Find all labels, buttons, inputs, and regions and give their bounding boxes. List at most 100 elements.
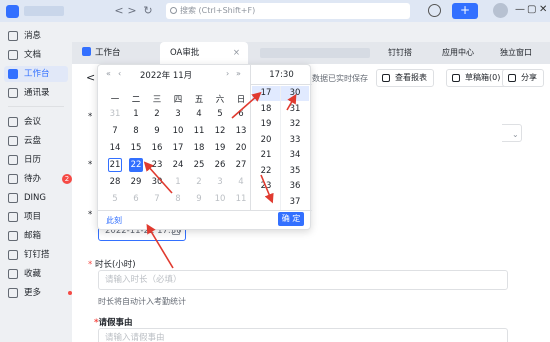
close-tab-icon[interactable]: × [233, 42, 240, 64]
calendar-day[interactable]: 24 [171, 158, 185, 172]
minute-option[interactable]: 33 [281, 133, 309, 148]
sidebar-item-messages[interactable]: 消息 [8, 28, 68, 44]
hour-option[interactable]: 21 [252, 148, 280, 163]
calendar-day[interactable]: 16 [150, 141, 164, 155]
calendar-day[interactable]: 11 [192, 124, 206, 138]
sidebar-item-contacts[interactable]: 通讯录 [8, 85, 68, 101]
calendar-day[interactable]: 10 [171, 124, 185, 138]
minute-option[interactable]: 34 [281, 148, 309, 163]
maximize-icon[interactable]: ▢ [527, 4, 536, 15]
calendar-day[interactable]: 28 [108, 175, 122, 189]
calendar-day[interactable]: 13 [234, 124, 248, 138]
forward-icon[interactable]: > [125, 4, 139, 18]
refresh-icon[interactable]: ↻ [141, 4, 155, 18]
now-link[interactable]: 此刻 [106, 215, 122, 226]
calendar-day[interactable]: 5 [108, 192, 122, 206]
minute-option[interactable]: 30 [281, 86, 309, 101]
calendar-day[interactable]: 6 [234, 107, 248, 121]
calendar-day[interactable]: 10 [213, 192, 227, 206]
calendar-day[interactable]: 17 [171, 141, 185, 155]
calendar-day[interactable]: 3 [171, 107, 185, 121]
calendar-day[interactable]: 29 [129, 175, 143, 189]
sidebar-item-ding[interactable]: DING [8, 190, 68, 206]
calendar-day[interactable]: 8 [171, 192, 185, 206]
calendar-day[interactable]: 26 [213, 158, 227, 172]
minute-option[interactable]: 37 [281, 195, 309, 210]
minute-option[interactable]: 31 [281, 102, 309, 117]
share-button[interactable]: 分享 [502, 69, 544, 87]
dingda-link[interactable]: 钉钉搭 [388, 42, 412, 64]
reason-input[interactable]: 请输入请假事由 [98, 328, 508, 342]
avatar[interactable] [493, 3, 508, 18]
history-icon[interactable] [428, 4, 441, 17]
calendar-day[interactable]: 21 [108, 158, 122, 172]
sidebar-item-more[interactable]: 更多 [8, 285, 72, 301]
hour-option[interactable]: 23 [252, 179, 280, 194]
tab-oa-approval[interactable]: OA审批 × [160, 42, 248, 64]
next-year-icon[interactable]: » [236, 69, 241, 78]
calendar-day[interactable]: 30 [150, 175, 164, 189]
back-icon[interactable]: < [112, 4, 126, 18]
calendar-day[interactable]: 9 [192, 192, 206, 206]
calendar-day[interactable]: 8 [129, 124, 143, 138]
calendar-day[interactable]: 5 [213, 107, 227, 121]
duration-input[interactable]: 请输入时长（必填） [98, 270, 508, 290]
sidebar-item-calendar[interactable]: 日历 [8, 152, 68, 168]
calendar-day[interactable]: 22 [129, 158, 143, 172]
sidebar-item-mail[interactable]: 邮箱 [8, 228, 68, 244]
tab-workbench[interactable]: 工作台 [82, 42, 121, 64]
sidebar-item-project[interactable]: 项目 [8, 209, 68, 225]
calendar-day[interactable]: 23 [150, 158, 164, 172]
calendar-day[interactable]: 7 [108, 124, 122, 138]
close-window-icon[interactable]: ✕ [539, 4, 547, 15]
calendar-day[interactable]: 31 [108, 107, 122, 121]
confirm-button[interactable]: 确 定 [278, 212, 304, 226]
drafts-button[interactable]: 草稿箱(0) [446, 69, 508, 87]
back-arrow-icon[interactable]: < [86, 71, 95, 84]
minute-option[interactable]: 35 [281, 164, 309, 179]
calendar-day[interactable]: 4 [234, 175, 248, 189]
hour-option[interactable]: 19 [252, 117, 280, 132]
calendar-day[interactable]: 1 [171, 175, 185, 189]
calendar-day[interactable]: 11 [234, 192, 248, 206]
sidebar-item-todo[interactable]: 待办 2 [8, 171, 72, 187]
calendar-day[interactable]: 2 [150, 107, 164, 121]
calendar-day[interactable]: 12 [213, 124, 227, 138]
minimize-icon[interactable]: — [515, 4, 525, 15]
sidebar-item-label: 项目 [24, 212, 42, 222]
hour-option[interactable]: 22 [252, 164, 280, 179]
calendar-day[interactable]: 9 [150, 124, 164, 138]
calendar-day[interactable]: 20 [234, 141, 248, 155]
minute-option[interactable]: 36 [281, 179, 309, 194]
search-input[interactable]: 搜索 (Ctrl+Shift+F) [166, 3, 410, 19]
calendar-day[interactable]: 14 [108, 141, 122, 155]
next-month-icon[interactable]: › [226, 69, 229, 78]
calendar-day[interactable]: 6 [129, 192, 143, 206]
sidebar-item-workbench[interactable]: 工作台 [4, 66, 68, 82]
sidebar-item-meeting[interactable]: 会议 [8, 114, 68, 130]
hour-option[interactable]: 20 [252, 133, 280, 148]
sidebar-item-favorites[interactable]: 收藏 [8, 266, 68, 282]
calendar-day[interactable]: 18 [192, 141, 206, 155]
sidebar-item-docs[interactable]: 文档 [8, 47, 68, 63]
app-center-link[interactable]: 应用中心 [442, 42, 474, 64]
sidebar-item-cloud[interactable]: 云盘 [8, 133, 68, 149]
sidebar-item-dingda[interactable]: 钉钉搭 [8, 247, 68, 263]
calendar-day[interactable]: 4 [192, 107, 206, 121]
prev-year-icon[interactable]: « [106, 69, 111, 78]
calendar-day[interactable]: 19 [213, 141, 227, 155]
calendar-day[interactable]: 25 [192, 158, 206, 172]
view-report-button[interactable]: 查看报表 [376, 69, 434, 87]
calendar-day[interactable]: 3 [213, 175, 227, 189]
calendar-day[interactable]: 7 [150, 192, 164, 206]
calendar-day[interactable]: 1 [129, 107, 143, 121]
calendar-day[interactable]: 15 [129, 141, 143, 155]
prev-month-icon[interactable]: ‹ [118, 69, 121, 78]
hour-option[interactable]: 17 [252, 86, 280, 101]
calendar-day[interactable]: 2 [192, 175, 206, 189]
hour-option[interactable]: 18 [252, 102, 280, 117]
standalone-window-link[interactable]: 独立窗口 [500, 42, 532, 64]
add-button[interactable]: + [452, 3, 478, 19]
minute-option[interactable]: 32 [281, 117, 309, 132]
calendar-day[interactable]: 27 [234, 158, 248, 172]
